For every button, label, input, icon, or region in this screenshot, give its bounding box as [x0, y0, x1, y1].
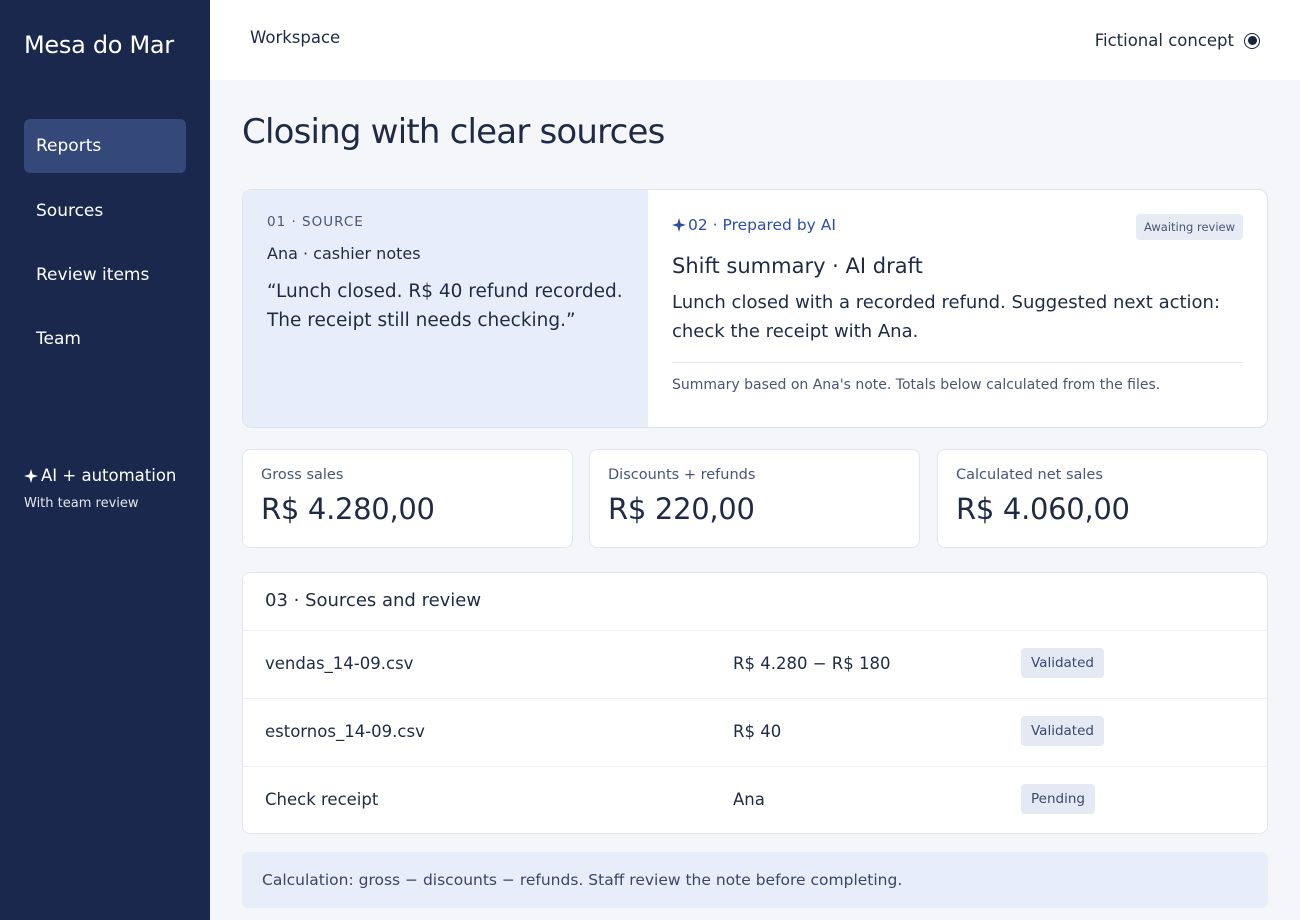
row-value: R$ 4.280 − R$ 180 [733, 654, 891, 673]
sparkle-icon [24, 468, 38, 483]
ai-automation-subtitle: With team review [24, 496, 139, 511]
row-file: estornos_14-09.csv [265, 722, 425, 741]
sidebar: Mesa do Mar Reports Sources Review items… [0, 0, 210, 920]
calculation-note: Calculation: gross − discounts − refunds… [242, 852, 1268, 908]
metric-discounts-refunds: Discounts + refunds R$ 220,00 [589, 449, 920, 548]
draft-title: Shift summary · AI draft [672, 254, 923, 278]
table-row[interactable]: Check receipt Ana Pending [243, 766, 1267, 833]
table-title: 03 · Sources and review [265, 590, 482, 611]
row-file: vendas_14-09.csv [265, 654, 414, 673]
fictional-concept-label: Fictional concept [1094, 31, 1234, 50]
fictional-concept-toggle[interactable]: Fictional concept [1095, 31, 1260, 50]
app-name: Mesa do Mar [24, 31, 174, 59]
metric-net-sales: Calculated net sales R$ 4.060,00 [937, 449, 1268, 548]
ai-kicker: 02 · Prepared by AI [688, 216, 836, 234]
ai-automation-title: AI + automation [41, 466, 177, 485]
metric-value: R$ 220,00 [608, 492, 755, 526]
radio-selected-icon[interactable] [1244, 32, 1260, 49]
row-file: Check receipt [265, 790, 379, 809]
sidebar-item-label: Team [36, 329, 81, 349]
draft-note: Summary based on Ana's note. Totals belo… [672, 377, 1161, 393]
metric-label: Calculated net sales [956, 467, 1103, 483]
metric-label: Discounts + refunds [608, 467, 756, 483]
table-row[interactable]: vendas_14-09.csv R$ 4.280 − R$ 180 Valid… [243, 630, 1267, 698]
status-badge: Validated [1021, 716, 1104, 746]
sidebar-item-label: Sources [36, 201, 104, 221]
sidebar-item-sources[interactable]: Sources [24, 184, 186, 238]
divider [672, 362, 1243, 363]
summary-panel: 01 · SOURCE Ana · cashier notes “Lunch c… [242, 189, 1268, 428]
source-author: Ana · cashier notes [267, 244, 421, 263]
metric-gross-sales: Gross sales R$ 4.280,00 [242, 449, 573, 548]
row-value: R$ 40 [733, 722, 782, 741]
ai-automation-title-row: AI + automation [24, 466, 176, 485]
awaiting-review-badge: Awaiting review [1135, 214, 1243, 240]
source-panel: 01 · SOURCE Ana · cashier notes “Lunch c… [243, 190, 648, 427]
workspace-title: Workspace [250, 28, 341, 47]
draft-body: Lunch closed with a recorded refund. Sug… [672, 292, 1221, 342]
sidebar-item-label: Review items [36, 265, 150, 285]
topbar: Workspace Fictional concept [210, 0, 1300, 80]
source-kicker: 01 · SOURCE [267, 214, 364, 230]
sources-review-table: 03 · Sources and review vendas_14-09.csv… [242, 572, 1268, 834]
status-badge: Pending [1021, 784, 1095, 814]
sidebar-item-reports[interactable]: Reports [24, 119, 186, 173]
sidebar-item-review-items[interactable]: Review items [24, 248, 186, 302]
metric-label: Gross sales [261, 467, 344, 483]
sidebar-item-label: Reports [36, 136, 102, 156]
page-title: Closing with clear sources [242, 112, 665, 152]
row-value: Ana [733, 790, 765, 809]
metric-value: R$ 4.280,00 [261, 492, 435, 526]
ai-draft-panel: 02 · Prepared by AI Awaiting review Shif… [648, 190, 1267, 427]
status-badge: Validated [1021, 648, 1104, 678]
table-row[interactable]: estornos_14-09.csv R$ 40 Validated [243, 698, 1267, 766]
sparkle-icon [672, 218, 686, 232]
sidebar-item-team[interactable]: Team [24, 312, 186, 366]
radio-dot [1247, 36, 1257, 45]
metric-value: R$ 4.060,00 [956, 492, 1130, 526]
source-quote: “Lunch closed. R$ 40 refund recorded. Th… [267, 281, 623, 331]
ai-automation-block: AI + automation With team review [24, 466, 176, 511]
